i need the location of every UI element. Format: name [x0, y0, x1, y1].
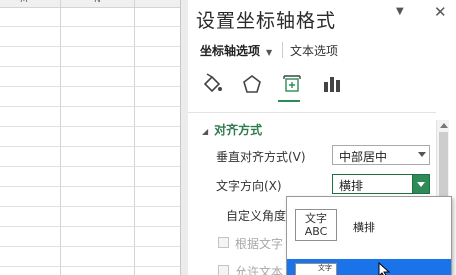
allow-overflow-label: 允许文本: [235, 265, 284, 275]
horizontal-text-icon[interactable]: 文字 ABC: [295, 209, 337, 241]
autofit-checkbox[interactable]: [218, 237, 229, 248]
text-direction-value: 横排: [339, 179, 364, 193]
autofit-label: 根据文字: [235, 237, 284, 251]
spreadsheet-grid[interactable]: M N: [0, 0, 180, 275]
mouse-cursor-icon: [378, 261, 392, 275]
text-direction-select[interactable]: 横排: [332, 174, 430, 194]
pane-title: 设置坐标轴格式: [196, 10, 337, 32]
chevron-down-icon: [417, 182, 425, 187]
text-direction-options-list: 文字 ABC 横排 文字: [286, 196, 452, 275]
grid-line: [134, 0, 135, 275]
tab-axis-options[interactable]: 坐标轴选项 ▼: [200, 42, 272, 59]
vertical-align-select[interactable]: 中部居中: [332, 145, 430, 165]
grid-line: [60, 0, 61, 275]
collapse-triangle-icon: ◢: [202, 127, 209, 136]
grid-line: [0, 106, 180, 107]
column-header-row: M N: [0, 0, 180, 8]
tab-divider: [282, 42, 283, 58]
axis-options-icon[interactable]: [318, 70, 346, 98]
scroll-up-icon[interactable]: [440, 123, 448, 128]
grid-line: [0, 46, 180, 47]
size-properties-icon[interactable]: [278, 70, 306, 98]
divider: [188, 112, 436, 113]
effects-icon[interactable]: [238, 70, 266, 98]
fill-line-icon[interactable]: [198, 70, 226, 98]
grid-line: [0, 166, 180, 167]
custom-angle-label: 自定义角度: [226, 209, 287, 223]
section-alignment-header[interactable]: ◢ 对齐方式: [202, 121, 262, 138]
allow-overflow-checkbox[interactable]: [218, 265, 229, 275]
tab-axis-options-label: 坐标轴选项: [200, 44, 261, 58]
vertical-align-value: 中部居中: [339, 150, 388, 164]
dropdown-button[interactable]: [412, 174, 430, 194]
section-alignment-title: 对齐方式: [214, 123, 263, 137]
grid-line: [0, 146, 180, 147]
grid-line: [0, 206, 180, 207]
chevron-down-icon[interactable]: ▼: [396, 6, 404, 17]
tab-text-options[interactable]: 文本选项: [290, 42, 338, 59]
pane-splitter[interactable]: [180, 0, 188, 275]
option-horizontal-label[interactable]: 横排: [353, 219, 375, 235]
grid-line: [0, 86, 180, 87]
close-icon[interactable]: ✕: [434, 3, 447, 21]
grid-line: [0, 66, 180, 67]
scroll-thumb[interactable]: [439, 132, 448, 200]
grid-line: [0, 266, 180, 267]
column-header-m[interactable]: M: [20, 0, 28, 5]
grid-line: [0, 226, 180, 227]
category-icon-row: [198, 70, 348, 100]
option-highlighted[interactable]: 文字: [287, 259, 451, 275]
vertical-align-label: 垂直对齐方式(V): [216, 150, 306, 164]
horizontal-text-icon-line1: 文字: [305, 212, 327, 225]
selected-category-indicator: [278, 100, 300, 102]
rotated-text-icon: 文字: [295, 263, 337, 275]
text-direction-label: 文字方向(X): [216, 179, 282, 193]
grid-line: [0, 246, 180, 247]
grid-line: [0, 26, 180, 27]
column-header-n[interactable]: N: [94, 0, 101, 5]
grid-line: [0, 126, 180, 127]
chevron-down-icon: [418, 152, 426, 157]
horizontal-text-icon-line2: ABC: [304, 225, 328, 238]
grid-line: [0, 186, 180, 187]
rotated-text-icon-text: 文字: [318, 264, 332, 272]
chevron-down-icon: ▼: [266, 48, 273, 57]
